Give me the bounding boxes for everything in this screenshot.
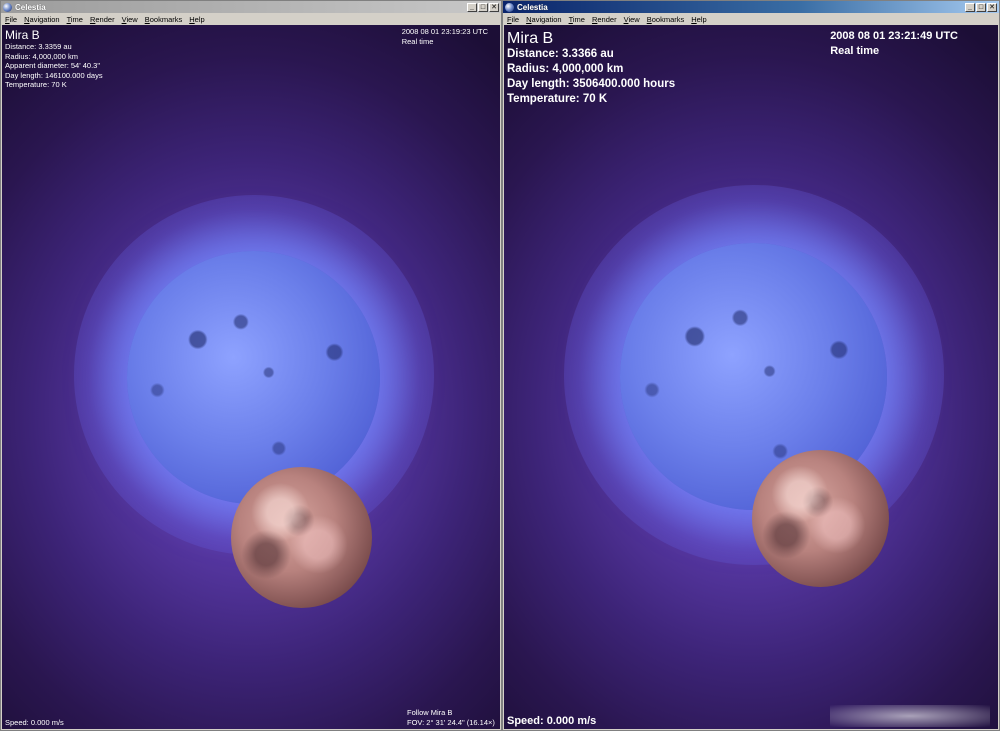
menu-navigation[interactable]: Navigation: [24, 15, 59, 24]
object-name: Mira B: [507, 30, 554, 47]
title-bar[interactable]: Celestia _ □ ✕: [1, 1, 501, 13]
title-bar[interactable]: Celestia _ □ ✕: [503, 1, 999, 13]
render-viewport[interactable]: Mira B Distance: 3.3359 au Radius: 4,000…: [2, 25, 500, 729]
time-mode: Real time: [830, 45, 880, 57]
planet[interactable]: [752, 450, 889, 587]
minimize-icon[interactable]: _: [965, 2, 975, 12]
star-mira-b[interactable]: [127, 251, 380, 504]
planet[interactable]: [231, 467, 372, 608]
time-panel: 2008 08 01 23:21:49 UTC Real time: [830, 29, 958, 59]
object-name: Mira B: [5, 28, 40, 42]
object-info-panel: Mira B Distance: 3.3359 au Radius: 4,000…: [5, 29, 103, 90]
info-distance: Distance: 3.3359 au: [5, 42, 72, 51]
info-day-length: Day length: 3506400.000 hours: [507, 78, 676, 90]
menu-bar: File Navigation Time Render View Bookmar…: [503, 13, 999, 25]
info-radius: Radius: 4,000,000 km: [507, 63, 624, 75]
speed-readout: Speed: 0.000 m/s: [5, 718, 64, 727]
follow-panel: Follow Mira B FOV: 2° 31' 24.4" (16.14×): [407, 708, 495, 727]
fov-readout: FOV: 2° 31' 24.4" (16.14×): [407, 717, 495, 727]
menu-bookmarks[interactable]: Bookmarks: [647, 15, 685, 24]
info-distance: Distance: 3.3366 au: [507, 48, 614, 60]
datetime-readout: 2008 08 01 23:21:49 UTC: [830, 30, 958, 42]
time-mode: Real time: [401, 36, 434, 46]
menu-file[interactable]: File: [5, 15, 17, 24]
datetime-readout: 2008 08 01 23:19:23 UTC: [401, 27, 488, 36]
close-icon[interactable]: ✕: [489, 2, 499, 12]
maximize-icon[interactable]: □: [976, 2, 986, 12]
menu-time[interactable]: Time: [569, 15, 585, 24]
window-title: Celestia: [15, 2, 46, 12]
close-icon[interactable]: ✕: [987, 2, 997, 12]
menu-render[interactable]: Render: [592, 15, 617, 24]
follow-status: Follow Mira B: [407, 708, 453, 717]
menu-file[interactable]: File: [507, 15, 519, 24]
window-title: Celestia: [517, 2, 548, 12]
menu-help[interactable]: Help: [691, 15, 706, 24]
info-day-length: Day length: 146100.000 days: [5, 70, 103, 80]
celestia-window-left: Celestia _ □ ✕ File Navigation Time Rend…: [0, 0, 502, 731]
object-info-panel: Mira B Distance: 3.3366 au Radius: 4,000…: [507, 30, 675, 107]
speed-readout: Speed: 0.000 m/s: [507, 715, 597, 727]
menu-render[interactable]: Render: [90, 15, 115, 24]
celestia-window-right: Celestia _ □ ✕ File Navigation Time Rend…: [502, 0, 1000, 731]
menu-bookmarks[interactable]: Bookmarks: [145, 15, 183, 24]
minimize-icon[interactable]: _: [467, 2, 477, 12]
celestia-app-icon: [505, 2, 514, 12]
info-temperature: Temperature: 70 K: [5, 80, 67, 89]
menu-view[interactable]: View: [122, 15, 138, 24]
info-temperature: Temperature: 70 K: [507, 93, 608, 105]
menu-bar: File Navigation Time Render View Bookmar…: [1, 13, 501, 25]
info-apparent-diameter: Apparent diameter: 54' 40.3": [5, 61, 100, 70]
info-radius: Radius: 4,000,000 km: [5, 51, 78, 61]
maximize-icon[interactable]: □: [478, 2, 488, 12]
menu-time[interactable]: Time: [67, 15, 83, 24]
menu-view[interactable]: View: [624, 15, 640, 24]
menu-help[interactable]: Help: [189, 15, 204, 24]
watermark-blur: [830, 705, 990, 727]
celestia-app-icon: [3, 2, 12, 12]
render-viewport[interactable]: Mira B Distance: 3.3366 au Radius: 4,000…: [504, 25, 998, 729]
menu-navigation[interactable]: Navigation: [526, 15, 561, 24]
time-panel: 2008 08 01 23:19:23 UTC Real time: [402, 27, 488, 46]
